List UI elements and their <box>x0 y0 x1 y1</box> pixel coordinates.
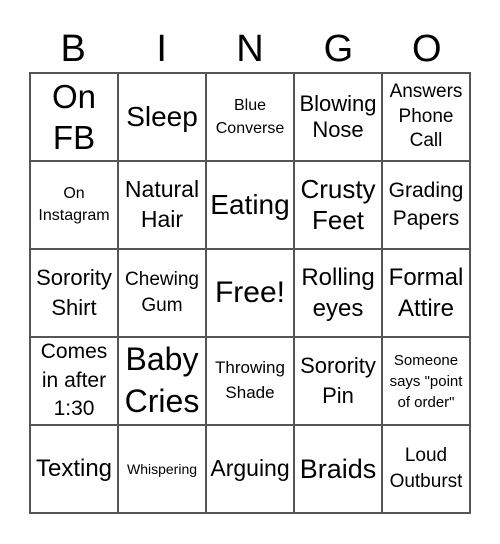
bingo-cell[interactable]: Blowing Nose <box>294 73 382 161</box>
bingo-cell[interactable]: Rolling eyes <box>294 249 382 337</box>
bingo-cell[interactable]: Natural Hair <box>118 161 206 249</box>
bingo-cell-text: Free! <box>214 276 286 309</box>
bingo-cell[interactable]: Sorority Pin <box>294 337 382 425</box>
bingo-cell-text: Blue Converse <box>215 96 285 137</box>
bingo-cell-text: Rolling eyes <box>301 263 375 322</box>
bingo-cell-text: Eating <box>210 189 290 221</box>
bingo-cell-text: Formal Attire <box>388 263 464 322</box>
bingo-cell[interactable]: Baby Cries <box>118 337 206 425</box>
bingo-header: B I N G O <box>29 26 471 72</box>
bingo-cell[interactable]: Throwing Shade <box>206 337 294 425</box>
header-letter-b: B <box>60 28 86 70</box>
bingo-cell[interactable]: Sorority Shirt <box>30 249 118 337</box>
bingo-cell-text: Chewing Gum <box>125 269 199 316</box>
bingo-cell[interactable]: Someone says "point of order" <box>382 337 470 425</box>
bingo-cell-text: Baby Cries <box>124 341 200 419</box>
bingo-cell[interactable]: Eating <box>206 161 294 249</box>
bingo-cell-text: Texting <box>35 454 113 482</box>
bingo-cell[interactable]: Grading Papers <box>382 161 470 249</box>
bingo-cell-text: Sorority Pin <box>300 353 376 408</box>
bingo-cell[interactable]: Answers Phone Call <box>382 73 470 161</box>
bingo-cell-text: Loud Outburst <box>389 445 463 492</box>
bingo-cell[interactable]: On Instagram <box>30 161 118 249</box>
header-letter-n: N <box>236 28 264 70</box>
bingo-cell[interactable]: Blue Converse <box>206 73 294 161</box>
bingo-cell-text: Blowing Nose <box>299 90 377 142</box>
bingo-cell-text: Grading Papers <box>388 178 464 230</box>
bingo-cell[interactable]: Whispering <box>118 425 206 513</box>
bingo-cell[interactable]: Loud Outburst <box>382 425 470 513</box>
bingo-cell-text: Whispering <box>126 460 198 477</box>
bingo-grid: On FB Sleep Blue Converse Blowing Nose Answe… <box>29 72 471 514</box>
bingo-cell-text: Throwing Shade <box>215 358 285 402</box>
bingo-cell-text: Arguing <box>210 455 290 482</box>
bingo-cell-text: On Instagram <box>38 184 110 224</box>
bingo-cell[interactable]: Braids <box>294 425 382 513</box>
bingo-cell-text: Crusty Feet <box>300 173 376 235</box>
bingo-cell[interactable]: Sleep <box>118 73 206 161</box>
bingo-cell[interactable]: Free! <box>206 249 294 337</box>
header-letter-i: I <box>156 28 167 70</box>
bingo-cell[interactable]: Formal Attire <box>382 249 470 337</box>
bingo-cell-text: Sleep <box>126 101 198 133</box>
bingo-cell[interactable]: On FB <box>30 73 118 161</box>
bingo-cell[interactable]: Chewing Gum <box>118 249 206 337</box>
bingo-cell[interactable]: Comes in after 1:30 <box>30 337 118 425</box>
bingo-cell-text: Someone says "point of order" <box>389 351 463 411</box>
bingo-cell[interactable]: Arguing <box>206 425 294 513</box>
bingo-cell-text: On FB <box>51 77 97 156</box>
bingo-cell-text: Natural Hair <box>124 176 200 232</box>
bingo-cell[interactable]: Texting <box>30 425 118 513</box>
bingo-cell[interactable]: Crusty Feet <box>294 161 382 249</box>
bingo-cell-text: Answers Phone Call <box>389 80 463 152</box>
bingo-cell-text: Sorority Shirt <box>36 265 112 320</box>
bingo-cell-text: Comes in after 1:30 <box>40 340 108 421</box>
header-letter-g: G <box>323 28 354 70</box>
bingo-cell-text: Braids <box>299 453 377 484</box>
header-letter-o: O <box>412 28 442 70</box>
